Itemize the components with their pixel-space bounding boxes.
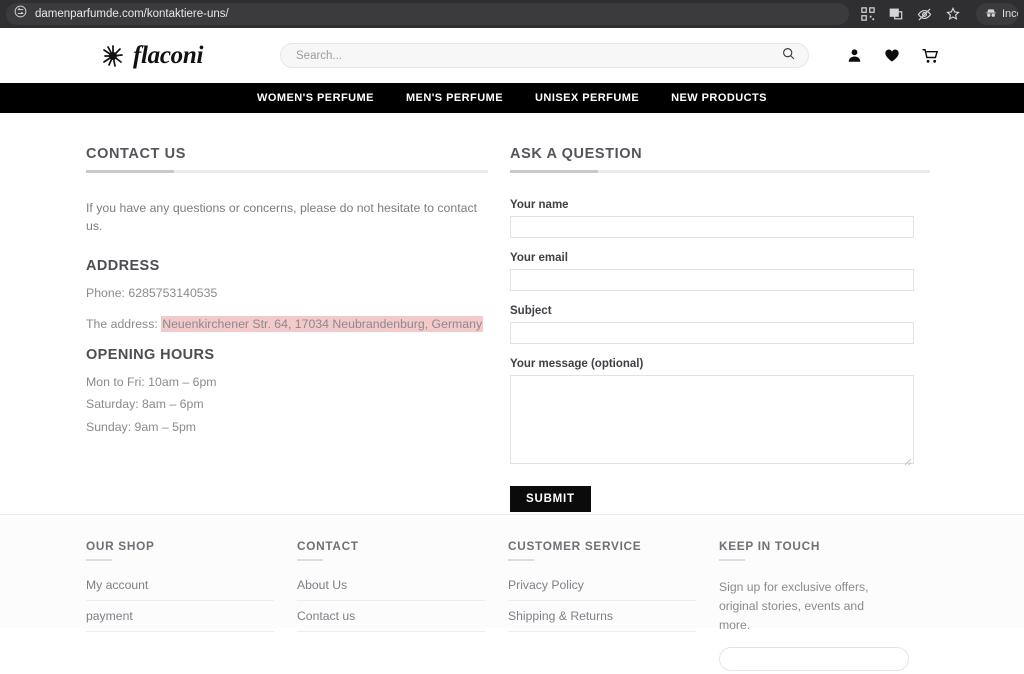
name-field-group: Your name [510,199,930,238]
phone-line: Phone: 6285753140535 [86,285,218,300]
subject-input[interactable] [510,322,914,344]
hours-line: Saturday: 8am – 6pm [86,397,204,412]
footer-title: KEEP IN TOUCH [719,539,821,553]
address-prefix: The address: [86,316,162,331]
header-actions [847,48,939,64]
footer-title: CUSTOMER SERVICE [508,539,642,553]
nav-item-unisex-perfume[interactable]: UNISEX PERFUME [535,92,639,104]
footer-title: CONTACT [297,539,359,553]
newsletter-email-input[interactable] [719,646,909,671]
flaconi-mark-icon [100,43,126,69]
footer-link-payment[interactable]: payment [86,609,274,632]
footer-title-rule [86,559,112,561]
message-field-group: Your message (optional) [510,358,930,466]
address-bar[interactable]: damenparfumde.com/kontaktiere-uns/ [6,3,849,25]
wishlist-heart-icon[interactable] [884,48,900,63]
main-navigation: WOMEN'S PERFUME MEN'S PERFUME UNISEX PER… [0,83,1024,113]
brand-name: flaconi [133,41,204,69]
search-icon[interactable] [782,47,795,65]
site-header: flaconi [0,28,1024,83]
message-label: Your message (optional) [510,358,644,370]
hours-line: Sunday: 9am – 5pm [86,420,197,435]
footer-title-rule [508,559,534,561]
search-bar[interactable] [280,43,809,68]
cast-icon[interactable] [889,7,903,21]
newsletter-description: Sign up for exclusive offers, original s… [719,580,869,632]
footer-title: OUR SHOP [86,539,155,553]
name-label: Your name [510,199,569,211]
qr-code-icon[interactable] [861,7,875,21]
incognito-icon [985,7,997,22]
footer-column-customer-service: CUSTOMER SERVICE Privacy Policy Shipping… [508,539,719,632]
address-highlight: Neuenkirchener Str. 64, 17034 Neubranden… [161,315,484,332]
contact-info-column: CONTACT US If you have any questions or … [86,146,506,512]
footer-link-shipping-returns[interactable]: Shipping & Returns [508,609,696,632]
footer-title-rule [719,559,745,561]
incognito-badge[interactable]: Inco [976,3,1018,25]
nav-item-womens-perfume[interactable]: WOMEN'S PERFUME [257,92,374,104]
form-title-rule [510,170,930,173]
ask-a-question-column: ASK A QUESTION Your name Your email Subj… [510,146,930,512]
address-line: The address: Neuenkirchener Str. 64, 170… [86,315,488,334]
site-footer: OUR SHOP My account payment CONTACT Abou… [0,514,1024,671]
footer-link-privacy-policy[interactable]: Privacy Policy [508,578,696,601]
contact-title-rule [86,170,488,173]
search-input[interactable] [294,48,782,63]
account-icon[interactable] [847,48,862,63]
footer-column-keep-in-touch: KEEP IN TOUCH Sign up for exclusive offe… [719,539,930,671]
email-field-group: Your email [510,252,930,291]
subject-field-group: Subject [510,305,930,344]
shopping-cart-icon[interactable] [922,48,939,64]
page-info-icon[interactable] [14,5,27,23]
submit-button[interactable]: SUBMIT [510,486,591,512]
hours-line: Mon to Fri: 10am – 6pm [86,374,217,389]
contact-intro-text: If you have any questions or concerns, p… [86,201,478,234]
email-input[interactable] [510,269,914,291]
footer-link-my-account[interactable]: My account [86,578,274,601]
opening-hours-title: OPENING HOURS [86,346,215,363]
page-content: CONTACT US If you have any questions or … [0,113,1024,514]
nav-item-new-products[interactable]: NEW PRODUCTS [671,92,767,104]
subject-label: Subject [510,305,552,317]
address-title: ADDRESS [86,257,160,274]
bookmark-star-icon[interactable] [946,7,960,21]
hide-icon[interactable] [917,7,932,22]
message-textarea[interactable] [510,375,914,464]
browser-actions [855,7,970,22]
ask-a-question-title: ASK A QUESTION [510,146,643,162]
name-input[interactable] [510,216,914,238]
contact-us-title: CONTACT US [86,146,186,162]
nav-item-mens-perfume[interactable]: MEN'S PERFUME [406,92,503,104]
brand-logo[interactable]: flaconi [100,42,240,70]
url-text: damenparfumde.com/kontaktiere-uns/ [35,8,229,20]
footer-link-about-us[interactable]: About Us [297,578,485,601]
browser-toolbar: damenparfumde.com/kontaktiere-uns/ Inc [0,0,1024,28]
email-label: Your email [510,252,568,264]
footer-column-our-shop: OUR SHOP My account payment [86,539,297,632]
incognito-label: Inco [1002,8,1018,20]
footer-title-rule [297,559,323,561]
footer-column-contact: CONTACT About Us Contact us [297,539,508,632]
footer-link-contact-us[interactable]: Contact us [297,609,485,632]
